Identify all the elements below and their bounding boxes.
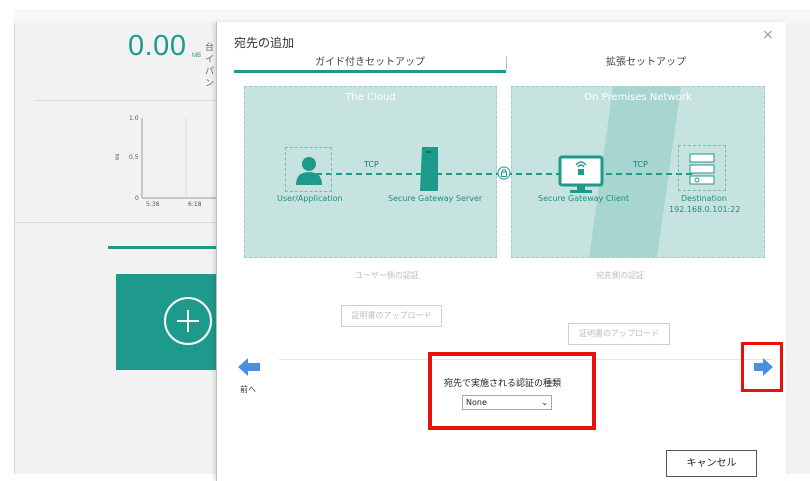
tab-guided-setup[interactable]: ガイド付きセットアップ	[234, 53, 506, 73]
chevron-down-icon: ⌄	[541, 398, 548, 407]
secure-gateway-server-label: Secure Gateway Server	[388, 194, 483, 203]
x-tick-label: 5:38	[146, 201, 160, 208]
background-divider	[36, 100, 216, 101]
server-icon	[420, 147, 438, 191]
x-tick-label: 6:18	[188, 201, 202, 208]
tcp-label-right: TCP	[633, 160, 648, 169]
cancel-button[interactable]: キャンセル	[666, 450, 757, 477]
secure-gateway-client-label: Secure Gateway Client	[538, 194, 630, 203]
tab-advanced-setup[interactable]: 拡張セットアップ	[512, 53, 780, 73]
on-premises-panel-title: On Premises Network	[584, 92, 692, 103]
next-button[interactable]	[741, 342, 783, 392]
destination-address: 192.168.0.101:22	[669, 205, 741, 214]
lock-icon	[497, 166, 511, 180]
tcp-label-left: TCP	[364, 160, 379, 169]
destination-server-icon	[689, 153, 715, 185]
total-usage-value: 0.00	[128, 30, 187, 62]
background-accent-line	[108, 246, 216, 249]
cloud-panel-title: The Cloud	[345, 92, 396, 103]
arrow-right-icon	[754, 358, 773, 376]
tab-separator	[506, 56, 507, 70]
monitor-icon	[558, 155, 604, 193]
on-premises-panel: On Premises Network	[511, 86, 765, 258]
auth-type-label: 宛先で実施される認証の種類	[444, 379, 562, 389]
destination-side-auth-label: 宛先側の認証	[596, 271, 644, 280]
upload-certificate-button-destination[interactable]: 証明書のアップロード	[568, 323, 670, 345]
user-side-auth-label: ユーザー側の認証	[355, 271, 419, 280]
background-divider	[14, 222, 216, 223]
plus-icon[interactable]	[164, 297, 212, 345]
usage-chart: 1.0 0.5 0 MB 5:38 6:18	[115, 115, 216, 208]
auth-type-select[interactable]: None ⌄	[462, 395, 552, 410]
close-icon[interactable]: ×	[762, 27, 774, 43]
destination-label: Destination	[681, 194, 727, 203]
y-axis-unit: MB	[115, 154, 120, 160]
total-usage-unit: MB	[192, 53, 201, 59]
y-tick-label: 0.5	[129, 154, 139, 161]
upload-certificate-button-user[interactable]: 証明書のアップロード	[341, 305, 442, 327]
dialog-title: 宛先の追加	[234, 36, 295, 50]
arrow-left-icon	[238, 358, 260, 376]
y-tick-label: 1.0	[129, 115, 139, 122]
user-icon	[296, 157, 322, 185]
previous-label: 前へ	[240, 385, 256, 394]
auth-type-highlight	[428, 352, 596, 430]
y-tick-label: 0	[135, 195, 139, 202]
auth-type-selected-value: None	[466, 398, 487, 407]
user-application-label: User/Application	[277, 194, 343, 203]
background-topbar	[14, 9, 810, 23]
cloud-panel: The Cloud	[244, 86, 497, 258]
